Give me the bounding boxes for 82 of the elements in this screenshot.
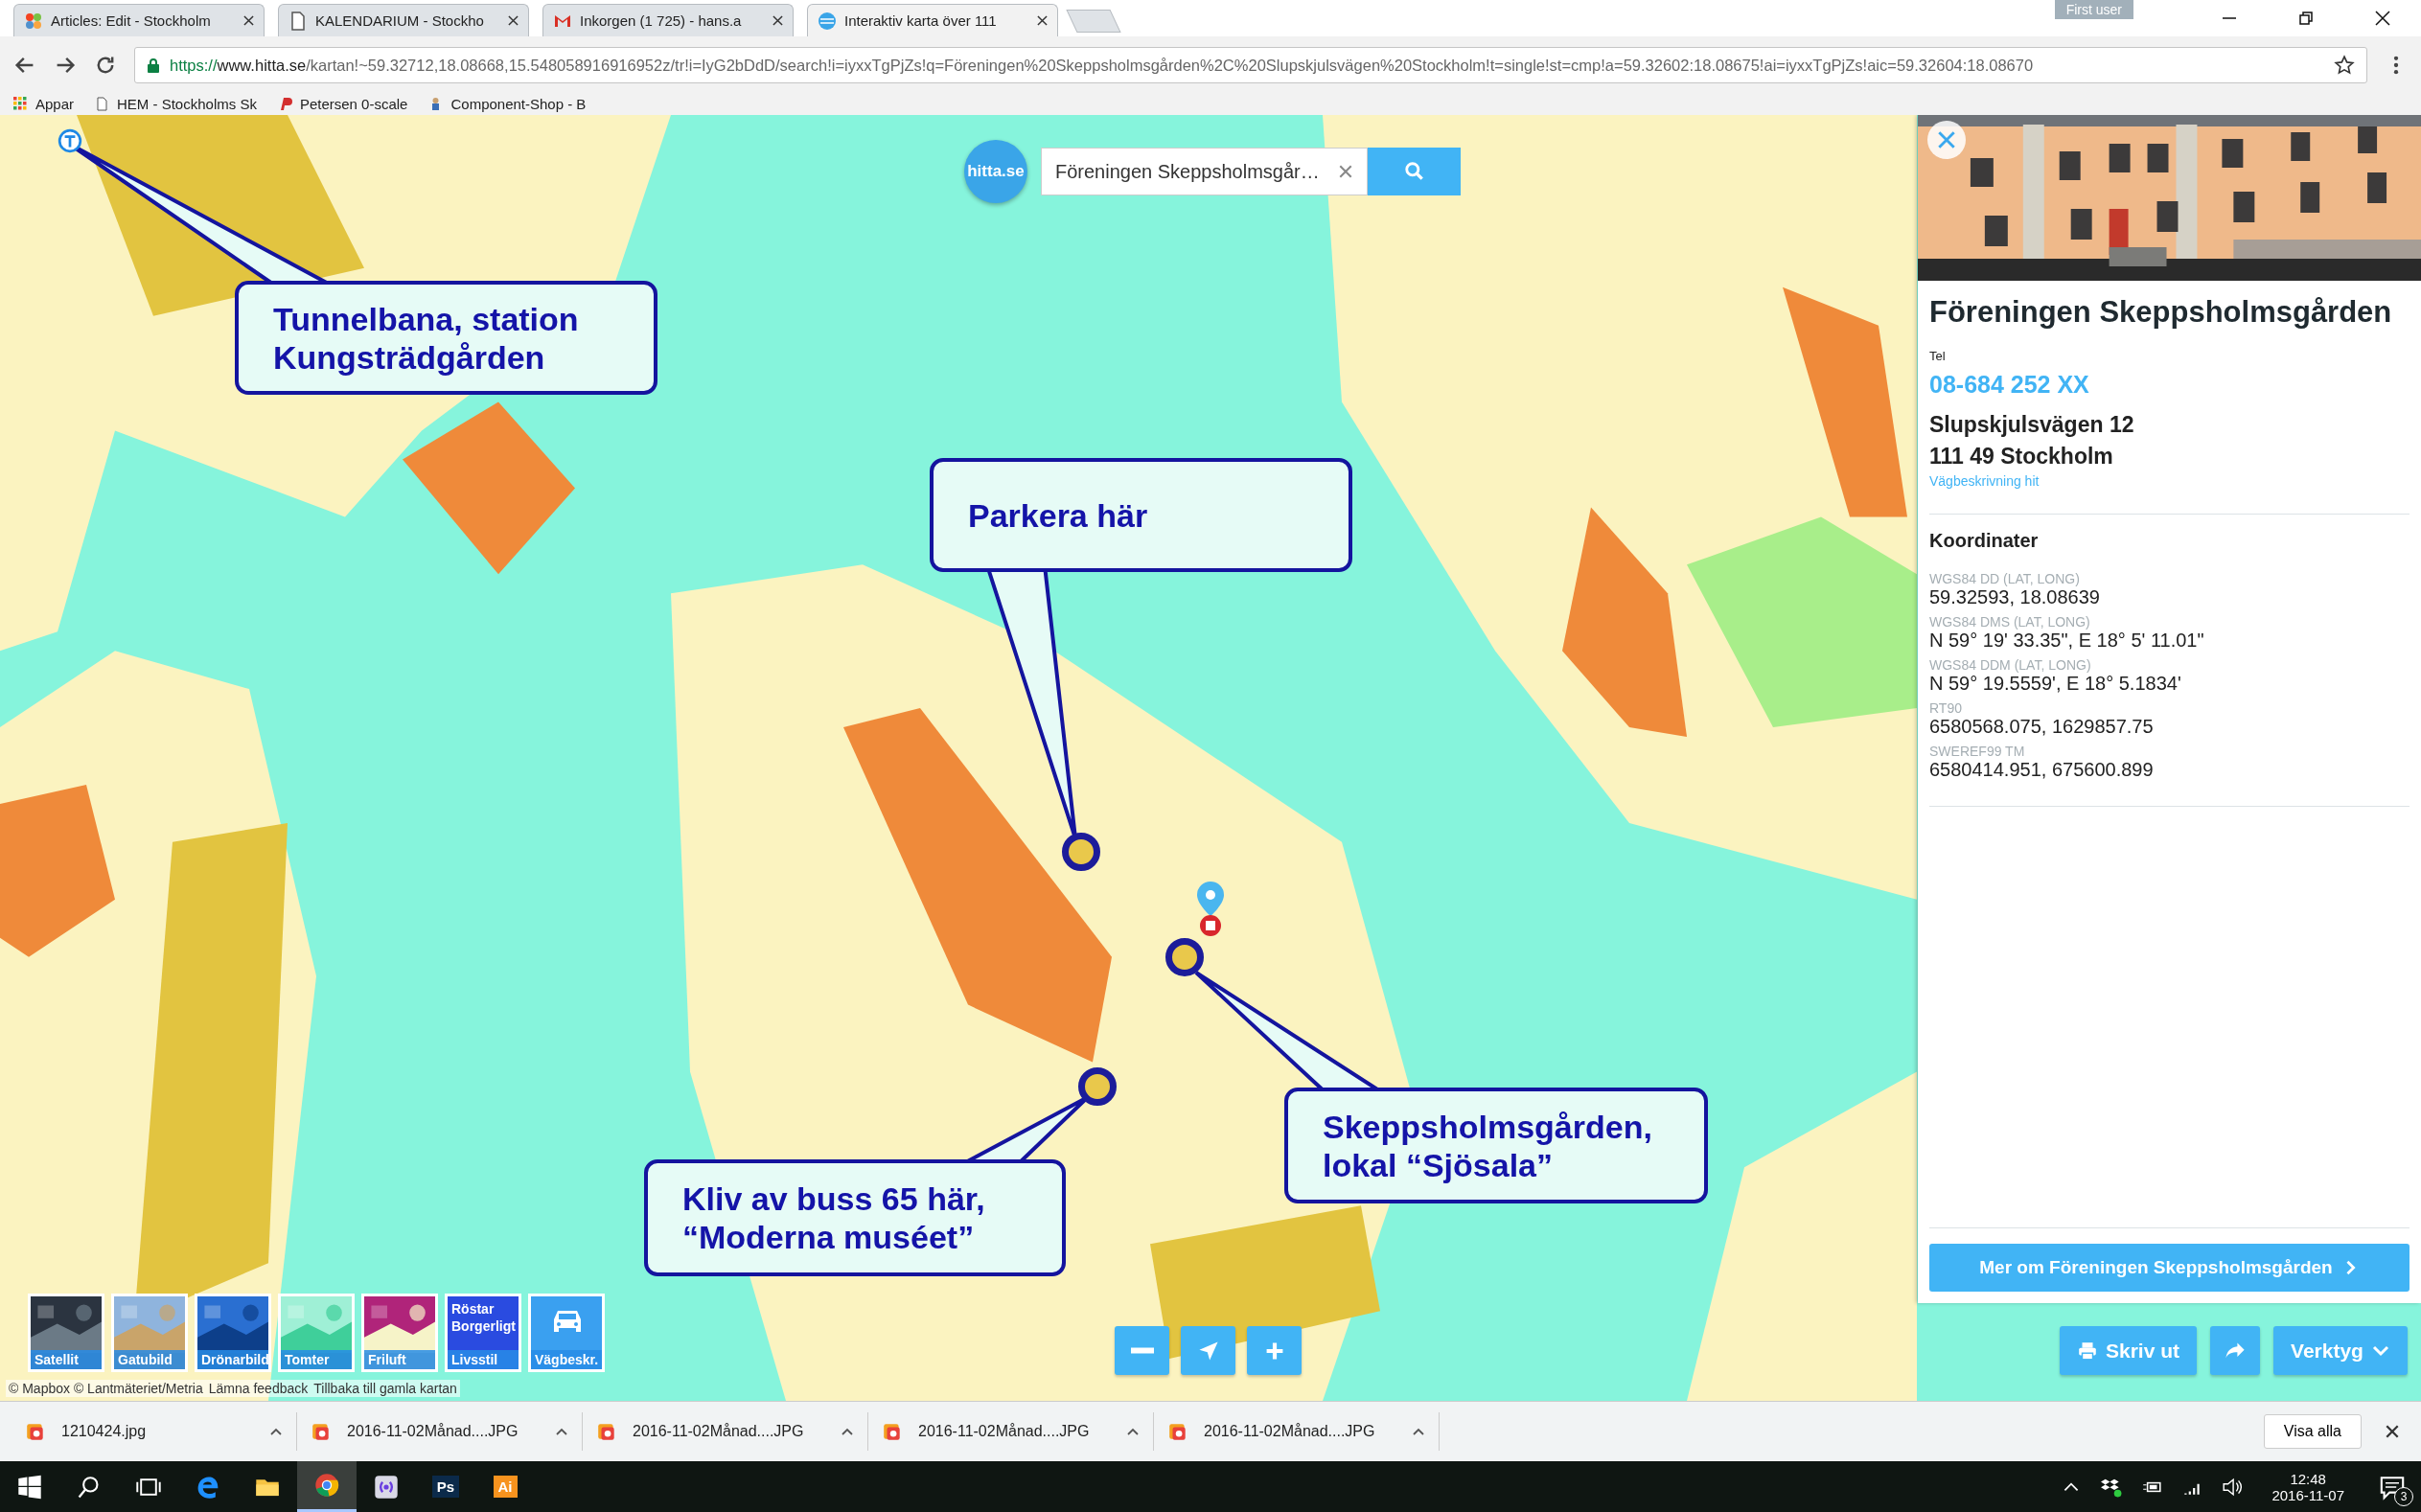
taskbar-app[interactable] (297, 1461, 357, 1512)
caret-up-icon[interactable] (1412, 1427, 1425, 1436)
clock-time[interactable]: 12:48 (2290, 1470, 2326, 1487)
image-file-icon (1167, 1421, 1188, 1442)
phone-label: Tel (1929, 348, 1947, 363)
image-file-icon (311, 1421, 332, 1442)
coordinate-label: RT90 (1929, 699, 1963, 716)
coordinate-label: WGS84 DD (LAT, LONG) (1929, 570, 2081, 586)
caret-up-icon[interactable] (1126, 1427, 1140, 1436)
map-layer-button[interactable]: Satellit (28, 1294, 104, 1372)
callout-text: Tunnelbana, station Kungsträdgården (235, 281, 657, 395)
taskbar-app[interactable]: Ps (416, 1461, 475, 1512)
bookmark[interactable]: Component-Shop - B (428, 95, 587, 112)
image-file-icon (25, 1421, 46, 1442)
coordinate-value: 6580414.951, 675600.899 (1929, 758, 2155, 781)
notification-count: 3 (2394, 1487, 2413, 1506)
coordinate-label: WGS84 DMS (LAT, LONG) (1929, 613, 2091, 630)
callout-text: Skeppsholmsgården, lokal “Sjösala” (1284, 1088, 1708, 1203)
notifications-button[interactable]: 3 (2363, 1461, 2421, 1512)
caret-up-icon[interactable] (269, 1427, 283, 1436)
podcast-app-icon (374, 1474, 399, 1500)
download-item[interactable]: 2016-11-02Månad....JPG (868, 1412, 1154, 1451)
minus-icon (1130, 1347, 1154, 1354)
edge-browser-icon (196, 1474, 220, 1500)
caret-up-icon[interactable] (841, 1427, 854, 1436)
coordinate-value: N 59° 19.5559', E 18° 5.1834' (1929, 672, 2182, 695)
map-layer-button[interactable]: Röstar Borgerligt Livsstil (445, 1294, 521, 1372)
download-item[interactable]: 2016-11-02Månad....JPG (583, 1412, 868, 1451)
close-tab-icon[interactable] (243, 15, 254, 26)
coordinate-value: 59.32593, 18.08639 (1929, 585, 2101, 608)
bookmark[interactable]: Petersen 0-scale (277, 95, 408, 112)
windows-logo-icon (17, 1474, 42, 1500)
download-item[interactable]: 2016-11-02Månad....JPG (1154, 1412, 1440, 1451)
footer-link[interactable]: Tillbaka till gamla kartan (313, 1381, 457, 1396)
close-icon (1936, 129, 1957, 150)
map-layer-button[interactable]: Drönarbild (195, 1294, 271, 1372)
document-icon (95, 96, 110, 111)
callout-text: Parkera här (930, 458, 1352, 572)
close-tab-icon[interactable] (772, 15, 783, 26)
map-layer-button[interactable]: Gatubild (111, 1294, 188, 1372)
browser-tab[interactable]: Articles: Edit - Stockholm (13, 4, 265, 36)
printer-icon (2077, 1340, 2098, 1362)
coordinates-heading: Koordinater (1929, 529, 2040, 552)
apps-icon (13, 96, 28, 111)
restore-icon[interactable] (2296, 9, 2316, 28)
search-icon (1403, 161, 1425, 182)
clear-icon[interactable] (1338, 164, 1353, 179)
star-icon[interactable] (2334, 55, 2355, 76)
bookmark[interactable]: HEM - Stockholms Sk (95, 95, 257, 112)
joomla-icon (24, 11, 43, 31)
volume-icon[interactable] (2222, 1476, 2244, 1498)
chrome-icon (314, 1473, 339, 1498)
postal-address: 111 49 Stockholm (1929, 443, 2114, 470)
coordinate-label: WGS84 DDM (LAT, LONG) (1929, 656, 2092, 673)
caret-up-icon[interactable] (555, 1427, 568, 1436)
close-tab-icon[interactable] (1037, 15, 1048, 26)
show-all-button[interactable]: Visa alla (2263, 1414, 2362, 1449)
place-title: Föreningen Skeppsholmsgården (1929, 294, 2393, 331)
coordinate-label: SWEREF99 TM (1929, 743, 2026, 759)
close-tab-icon[interactable] (508, 15, 519, 26)
footer-link[interactable]: Lämna feedback (208, 1381, 309, 1396)
search-field[interactable]: Föreningen Skeppsholmsgår… (1041, 148, 1368, 195)
globe-icon (818, 11, 837, 31)
coordinate-value: 6580568.075, 1629857.75 (1929, 715, 2155, 738)
attribution-text: © Mapbox © Lantmäteriet/Metria (9, 1381, 203, 1396)
bookmark[interactable]: Appar (13, 95, 75, 112)
address-field[interactable]: https://www.hitta.se/kartan!~59.32712,18.08668,15.548058916916952z/tr!i=IyG2bDdD/search!i=iyxxTgPjZs!q=Föreningen%20Skeppsholmsgården%2C%20Slupskjulsvägen%20Stockholm!t=single!st=cmp!a=59.32602:18.08675!ai=iyxxTgPjZs!aic=59.32604:18.08670 (134, 47, 2367, 83)
lock-icon (147, 57, 160, 73)
clock-date[interactable]: 2016-11-07 (2271, 1486, 2344, 1503)
close-icon[interactable] (2385, 1424, 2400, 1439)
image-file-icon (596, 1421, 617, 1442)
browser-tab[interactable]: Interaktiv karta över 111 (807, 4, 1058, 36)
metro-station-icon (58, 128, 82, 153)
coordinate-value: N 59° 19' 33.35", E 18° 5' 11.01" (1929, 629, 2205, 652)
close-icon[interactable] (2373, 9, 2392, 28)
street-address: Slupskjulsvägen 12 (1929, 411, 2135, 438)
download-item[interactable]: 2016-11-02Månad....JPG (297, 1412, 583, 1451)
image-file-icon (882, 1421, 903, 1442)
document-icon (288, 11, 308, 31)
browser-tab[interactable]: Inkorgen (1 725) - hans.a (542, 4, 794, 36)
download-item[interactable]: 1210424.jpg (12, 1412, 297, 1451)
browser-tab[interactable]: KALENDARIUM - Stockho (278, 4, 529, 36)
